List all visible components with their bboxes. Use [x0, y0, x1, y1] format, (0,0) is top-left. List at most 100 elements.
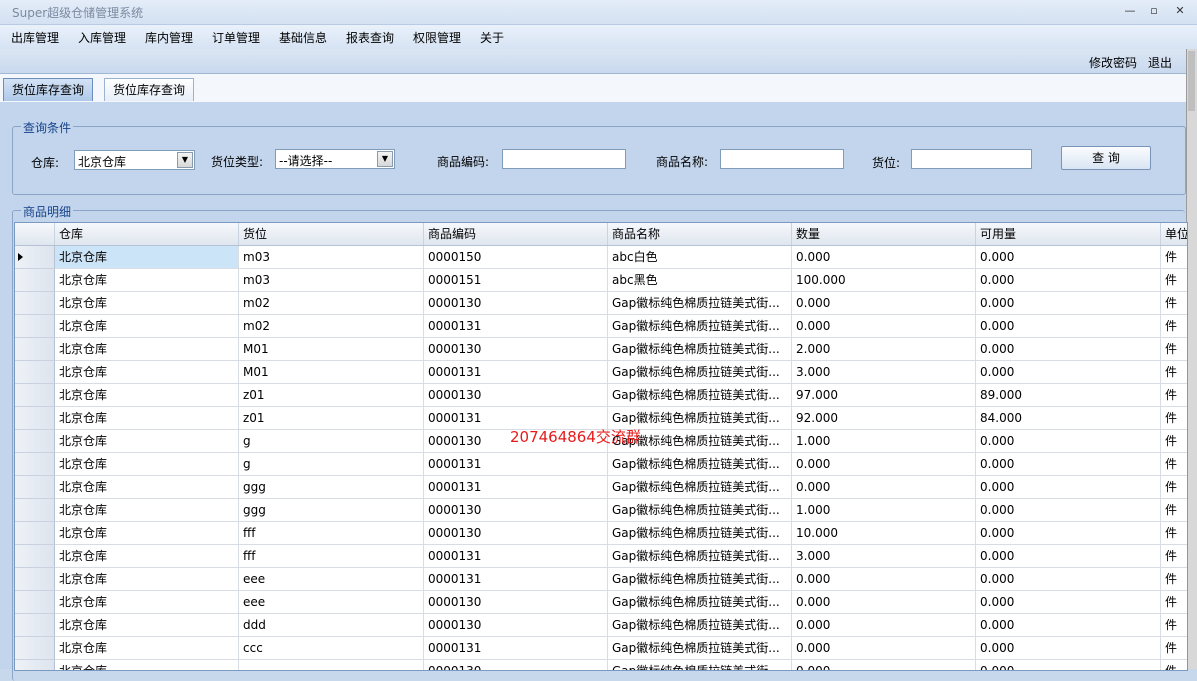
location-cell[interactable] — [239, 660, 424, 670]
warehouse-cell[interactable]: 北京仓库 — [55, 407, 239, 430]
location-cell[interactable]: M01 — [239, 361, 424, 384]
warehouse-cell[interactable]: 北京仓库 — [55, 476, 239, 499]
unit-cell[interactable]: 件 — [1161, 591, 1187, 614]
quantity-cell[interactable]: 3.000 — [792, 545, 976, 568]
row-header[interactable] — [15, 315, 55, 338]
quantity-cell[interactable]: 10.000 — [792, 522, 976, 545]
product-code-cell[interactable]: 0000131 — [424, 545, 608, 568]
product-code-input[interactable] — [502, 149, 626, 169]
menu-inbound[interactable]: 入库管理 — [78, 29, 126, 46]
table-row[interactable]: 北京仓库 M01 0000130 Gap徽标纯色棉质拉链美式街... 2.000 0.00… — [15, 338, 1187, 361]
quantity-cell[interactable]: 0.000 — [792, 246, 976, 269]
unit-cell[interactable]: 件 — [1161, 568, 1187, 591]
change-password-link[interactable]: 修改密码 — [1089, 54, 1137, 71]
close-icon[interactable]: ✕ — [1171, 3, 1189, 19]
table-row[interactable]: 北京仓库 fff 0000130 Gap徽标纯色棉质拉链美式街... 10.000 0.0… — [15, 522, 1187, 545]
product-name-cell[interactable]: Gap徽标纯色棉质拉链美式街... — [608, 637, 792, 660]
unit-cell[interactable]: 件 — [1161, 614, 1187, 637]
column-header-warehouse[interactable]: 仓库 — [55, 223, 239, 245]
row-header[interactable] — [15, 407, 55, 430]
row-header[interactable] — [15, 361, 55, 384]
location-cell[interactable]: fff — [239, 522, 424, 545]
location-cell[interactable]: m02 — [239, 292, 424, 315]
product-name-input[interactable] — [720, 149, 844, 169]
product-name-cell[interactable]: Gap徽标纯色棉质拉链美式街... — [608, 476, 792, 499]
product-name-cell[interactable]: Gap徽标纯色棉质拉链美式街... — [608, 545, 792, 568]
location-cell[interactable]: g — [239, 430, 424, 453]
product-code-cell[interactable]: 0000130 — [424, 338, 608, 361]
row-header[interactable] — [15, 453, 55, 476]
product-name-cell[interactable]: Gap徽标纯色棉质拉链美式街... — [608, 591, 792, 614]
minimize-icon[interactable]: — — [1121, 3, 1139, 19]
location-cell[interactable]: m03 — [239, 269, 424, 292]
unit-cell[interactable]: 件 — [1161, 292, 1187, 315]
location-cell[interactable]: ddd — [239, 614, 424, 637]
product-name-cell[interactable]: Gap徽标纯色棉质拉链美式街... — [608, 292, 792, 315]
warehouse-cell[interactable]: 北京仓库 — [55, 292, 239, 315]
product-name-cell[interactable]: Gap徽标纯色棉质拉链美式街... — [608, 338, 792, 361]
location-cell[interactable]: ccc — [239, 637, 424, 660]
menu-in-warehouse[interactable]: 库内管理 — [145, 29, 193, 46]
maximize-icon[interactable]: ▫ — [1145, 3, 1163, 19]
quantity-cell[interactable]: 0.000 — [792, 453, 976, 476]
available-cell[interactable]: 0.000 — [976, 338, 1161, 361]
table-row[interactable]: 北京仓库 m03 0000151 abc黑色 100.000 0.000 件 — [15, 269, 1187, 292]
warehouse-cell[interactable]: 北京仓库 — [55, 637, 239, 660]
quantity-cell[interactable]: 0.000 — [792, 637, 976, 660]
product-name-cell[interactable]: abc黑色 — [608, 269, 792, 292]
menu-reports[interactable]: 报表查询 — [346, 29, 394, 46]
warehouse-cell[interactable]: 北京仓库 — [55, 384, 239, 407]
tab-location-stock-query-2[interactable]: 货位库存查询 — [104, 78, 195, 101]
quantity-cell[interactable]: 3.000 — [792, 361, 976, 384]
unit-cell[interactable]: 件 — [1161, 476, 1187, 499]
column-header-unit[interactable]: 单位 — [1161, 223, 1187, 245]
table-row[interactable]: 北京仓库 fff 0000131 Gap徽标纯色棉质拉链美式街... 3.000 0.00… — [15, 545, 1187, 568]
table-row[interactable]: 北京仓库 g 0000131 Gap徽标纯色棉质拉链美式街... 0.000 0.000 件 — [15, 453, 1187, 476]
location-cell[interactable]: ggg — [239, 499, 424, 522]
warehouse-cell[interactable]: 北京仓库 — [55, 246, 239, 269]
unit-cell[interactable]: 件 — [1161, 499, 1187, 522]
warehouse-cell[interactable]: 北京仓库 — [55, 269, 239, 292]
location-cell[interactable]: fff — [239, 545, 424, 568]
available-cell[interactable]: 0.000 — [976, 660, 1161, 670]
product-name-cell[interactable]: Gap徽标纯色棉质拉链美式街... — [608, 522, 792, 545]
product-name-cell[interactable]: Gap徽标纯色棉质拉链美式街... — [608, 660, 792, 670]
column-header-quantity[interactable]: 数量 — [792, 223, 976, 245]
available-cell[interactable]: 0.000 — [976, 292, 1161, 315]
scrollbar-thumb[interactable] — [1188, 51, 1195, 111]
unit-cell[interactable]: 件 — [1161, 430, 1187, 453]
product-code-cell[interactable]: 0000130 — [424, 614, 608, 637]
row-header[interactable] — [15, 545, 55, 568]
product-code-cell[interactable]: 0000130 — [424, 660, 608, 670]
product-code-cell[interactable]: 0000131 — [424, 315, 608, 338]
product-name-cell[interactable]: Gap徽标纯色棉质拉链美式街... — [608, 453, 792, 476]
quantity-cell[interactable]: 1.000 — [792, 430, 976, 453]
column-header-available[interactable]: 可用量 — [976, 223, 1161, 245]
row-header[interactable] — [15, 384, 55, 407]
logout-link[interactable]: 退出 — [1148, 54, 1172, 71]
product-code-cell[interactable]: 0000131 — [424, 361, 608, 384]
warehouse-cell[interactable]: 北京仓库 — [55, 453, 239, 476]
quantity-cell[interactable]: 0.000 — [792, 568, 976, 591]
row-header[interactable] — [15, 660, 55, 670]
table-row[interactable]: 北京仓库 m03 0000150 abc白色 0.000 0.000 件 — [15, 246, 1187, 269]
column-header-product-name[interactable]: 商品名称 — [608, 223, 792, 245]
menu-orders[interactable]: 订单管理 — [212, 29, 260, 46]
table-row[interactable]: 北京仓库 m02 0000130 Gap徽标纯色棉质拉链美式街... 0.000 0.00… — [15, 292, 1187, 315]
product-name-cell[interactable]: Gap徽标纯色棉质拉链美式街... — [608, 568, 792, 591]
unit-cell[interactable]: 件 — [1161, 545, 1187, 568]
available-cell[interactable]: 0.000 — [976, 361, 1161, 384]
row-header[interactable] — [15, 292, 55, 315]
warehouse-cell[interactable]: 北京仓库 — [55, 338, 239, 361]
quantity-cell[interactable]: 0.000 — [792, 476, 976, 499]
product-code-cell[interactable]: 0000131 — [424, 568, 608, 591]
location-cell[interactable]: z01 — [239, 407, 424, 430]
available-cell[interactable]: 0.000 — [976, 614, 1161, 637]
available-cell[interactable]: 0.000 — [976, 591, 1161, 614]
available-cell[interactable]: 0.000 — [976, 545, 1161, 568]
product-code-cell[interactable]: 0000130 — [424, 384, 608, 407]
table-row[interactable]: 北京仓库 ggg 0000130 Gap徽标纯色棉质拉链美式街... 1.000 0.00… — [15, 499, 1187, 522]
warehouse-cell[interactable]: 北京仓库 — [55, 545, 239, 568]
location-cell[interactable]: z01 — [239, 384, 424, 407]
unit-cell[interactable]: 件 — [1161, 453, 1187, 476]
